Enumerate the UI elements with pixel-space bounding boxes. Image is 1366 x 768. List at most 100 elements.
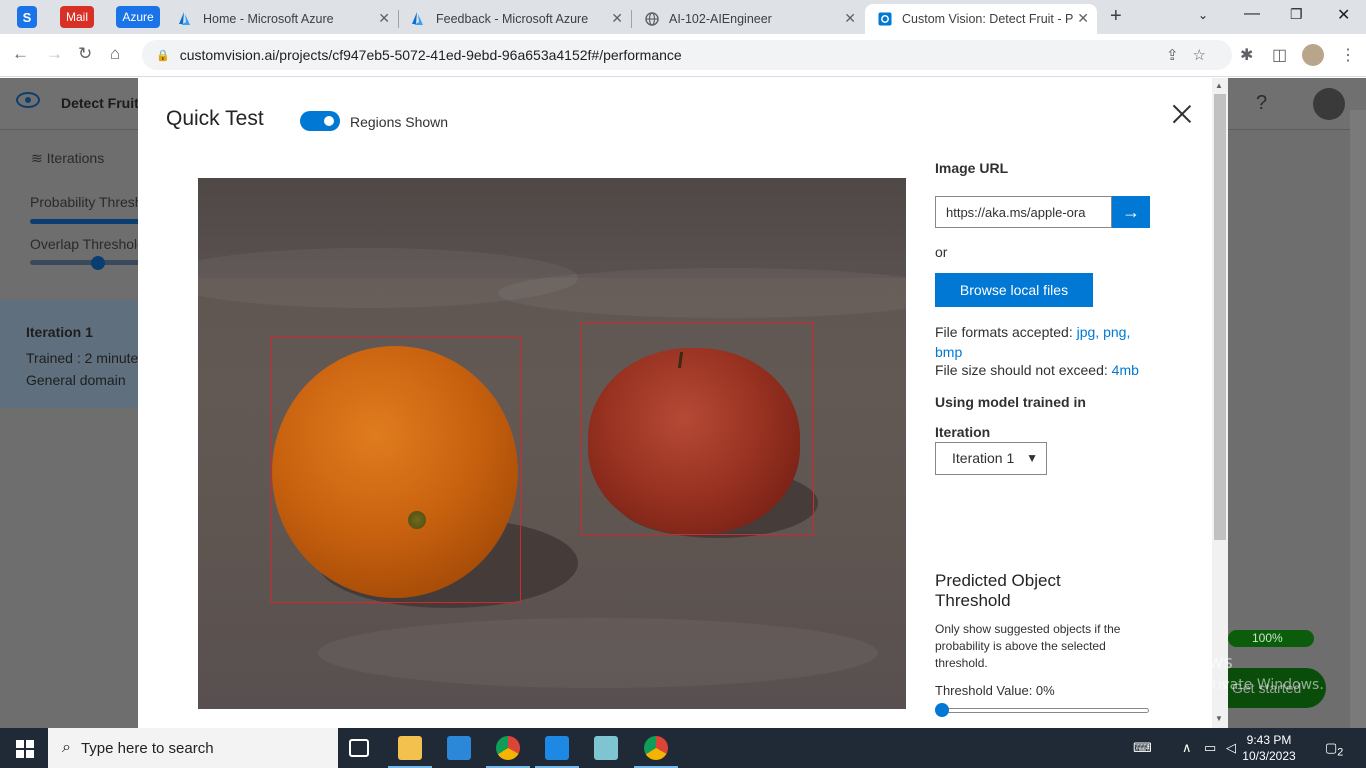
activate-windows-subtitle: Go to Settings to activate Windows. [1073, 677, 1324, 693]
address-bar[interactable]: 🔒 customvision.ai/projects/cf947eb5-5072… [142, 40, 1232, 70]
windows-taskbar: ⌕ Type here to search ⌨ ∧ ▭ ◁ 9:43 PM 10… [0, 728, 1366, 768]
lock-icon: 🔒 [156, 49, 170, 62]
pinned-tab-mail-label: Mail [65, 10, 88, 24]
probability-threshold-label: Probability Thresh [30, 194, 143, 210]
test-image [198, 178, 906, 709]
help-icon[interactable]: ? [1256, 92, 1267, 115]
profile-avatar[interactable] [1302, 44, 1324, 66]
show-hidden-icons-icon[interactable]: ∧ [1182, 740, 1192, 756]
side-panel-icon[interactable]: ◫ [1272, 45, 1287, 65]
pinned-tab-mail[interactable]: Mail [60, 6, 94, 28]
notifications-icon[interactable]: ▢2 [1325, 740, 1343, 759]
microsoft-store-icon[interactable] [447, 736, 471, 760]
tab-search-chevron-icon[interactable]: ⌄ [1198, 8, 1208, 22]
home-icon[interactable]: ⌂ [110, 44, 120, 64]
iteration-select-label: Iteration [935, 424, 991, 440]
file-explorer-icon[interactable] [388, 736, 432, 768]
browse-local-files-button[interactable]: Browse local files [935, 273, 1093, 307]
tab-custom-vision[interactable]: Custom Vision: Detect Fruit - P ✕ [865, 4, 1097, 34]
close-tab-icon[interactable]: ✕ [378, 10, 390, 27]
dialog-title: Quick Test [166, 107, 264, 130]
threshold-heading: Predicted Object Threshold [935, 571, 1061, 610]
regions-toggle[interactable] [300, 111, 340, 131]
page-scrollbar[interactable] [1350, 110, 1366, 728]
file-formats-text: File formats accepted: jpg, png, bmp [935, 322, 1145, 362]
tab-label: Home - Microsoft Azure [203, 12, 334, 26]
tab-ai-102[interactable]: AI-102-AIEngineer ✕ [632, 4, 864, 34]
regions-toggle-label: Regions Shown [350, 114, 449, 130]
overlap-threshold-slider[interactable] [30, 260, 140, 265]
formats-prefix: File formats accepted: [935, 324, 1073, 340]
size-prefix: File size should not exceed: [935, 362, 1108, 378]
layers-icon: ≋ [31, 150, 47, 166]
sidebar-iterations[interactable]: ≋ Iterations [31, 150, 104, 167]
azure-icon [178, 11, 194, 27]
share-and-bookmark-icons[interactable]: ⇪☆ [1166, 46, 1220, 64]
pinned-tab-s[interactable]: S [17, 6, 37, 28]
size-limit: 4mb [1111, 362, 1139, 378]
overlap-threshold-label: Overlap Threshold [30, 236, 145, 252]
quick-test-dialog: Quick Test Regions Shown Image URL → or … [138, 78, 1228, 728]
threshold-slider-track[interactable] [941, 708, 1149, 713]
user-avatar[interactable] [1313, 88, 1345, 120]
close-tab-icon[interactable]: ✕ [611, 10, 623, 27]
custom-vision-logo-icon[interactable] [16, 92, 40, 108]
restore-icon[interactable]: ❐ [1290, 6, 1303, 23]
image-url-label: Image URL [935, 160, 1009, 176]
probability-threshold-slider[interactable] [30, 219, 140, 224]
clock-time: 9:43 PM [1246, 733, 1292, 747]
extensions-icon[interactable]: ✱ [1240, 45, 1253, 65]
chrome-icon[interactable] [486, 736, 530, 768]
submit-url-button[interactable]: → [1112, 196, 1150, 228]
network-icon[interactable]: ▭ [1204, 740, 1216, 756]
vscode-icon[interactable] [535, 736, 579, 768]
file-size-text: File size should not exceed: 4mb [935, 362, 1155, 378]
minimize-icon[interactable]: — [1244, 5, 1260, 23]
tab-home-azure[interactable]: Home - Microsoft Azure ✕ [166, 4, 398, 34]
search-placeholder: Type here to search [80, 739, 214, 757]
format-png: png, [1103, 324, 1131, 340]
image-cloth-fold [318, 618, 878, 688]
windows-start-icon[interactable] [16, 740, 34, 758]
reload-icon[interactable]: ↻ [78, 44, 92, 64]
task-view-icon[interactable] [349, 739, 369, 757]
iteration-card[interactable]: Iteration 1 Trained : 2 minute General d… [0, 300, 140, 408]
back-icon[interactable]: ← [12, 44, 29, 64]
format-jpg: jpg, [1076, 324, 1100, 340]
notepad-icon[interactable] [594, 736, 618, 760]
threshold-slider-knob[interactable] [935, 703, 949, 717]
browser-toolbar: ← → ↻ ⌂ 🔒 customvision.ai/projects/cf947… [0, 34, 1366, 77]
project-name[interactable]: Detect Fruit [61, 95, 139, 111]
scroll-thumb[interactable] [1214, 94, 1226, 540]
tab-label: Custom Vision: Detect Fruit - P [902, 12, 1074, 26]
pinned-tab-azure[interactable]: Azure [116, 6, 160, 28]
bounding-box-orange[interactable] [270, 336, 521, 603]
dialog-scrollbar[interactable]: ▲ ▼ [1212, 78, 1228, 728]
quick-test-controls: Image URL → or Browse local files File f… [935, 78, 1165, 728]
arrow-right-icon: → [1122, 201, 1140, 222]
taskbar-clock[interactable]: 9:43 PM 10/3/2023 [1229, 732, 1309, 764]
new-tab-icon[interactable]: + [1110, 5, 1122, 28]
bounding-box-apple[interactable] [581, 322, 814, 535]
image-url-input[interactable] [935, 196, 1112, 228]
close-dialog-icon[interactable] [1172, 104, 1192, 124]
browse-button-label: Browse local files [959, 282, 1069, 298]
taskbar-search[interactable]: ⌕ Type here to search [48, 728, 338, 768]
menu-icon[interactable]: ⋮ [1340, 45, 1356, 65]
keyboard-icon[interactable]: ⌨ [1133, 740, 1152, 756]
close-tab-icon[interactable]: ✕ [844, 10, 856, 27]
image-cloth-fold [498, 268, 906, 318]
iteration-select[interactable]: Iteration 1 ▼ [935, 442, 1047, 475]
tab-label: AI-102-AIEngineer [669, 12, 772, 26]
close-window-icon[interactable]: ✕ [1337, 5, 1350, 25]
tab-feedback-azure[interactable]: Feedback - Microsoft Azure ✕ [399, 4, 631, 34]
url-text: customvision.ai/projects/cf947eb5-5072-4… [179, 47, 682, 63]
chrome-profile-icon[interactable] [634, 736, 678, 768]
scroll-down-icon[interactable]: ▼ [1215, 714, 1223, 723]
close-tab-icon[interactable]: ✕ [1077, 10, 1089, 27]
forward-icon[interactable]: → [46, 44, 63, 64]
overlap-threshold-knob[interactable] [91, 256, 105, 270]
scroll-up-icon[interactable]: ▲ [1215, 81, 1223, 90]
clock-date: 10/3/2023 [1242, 749, 1296, 763]
custom-vision-icon [877, 11, 893, 27]
